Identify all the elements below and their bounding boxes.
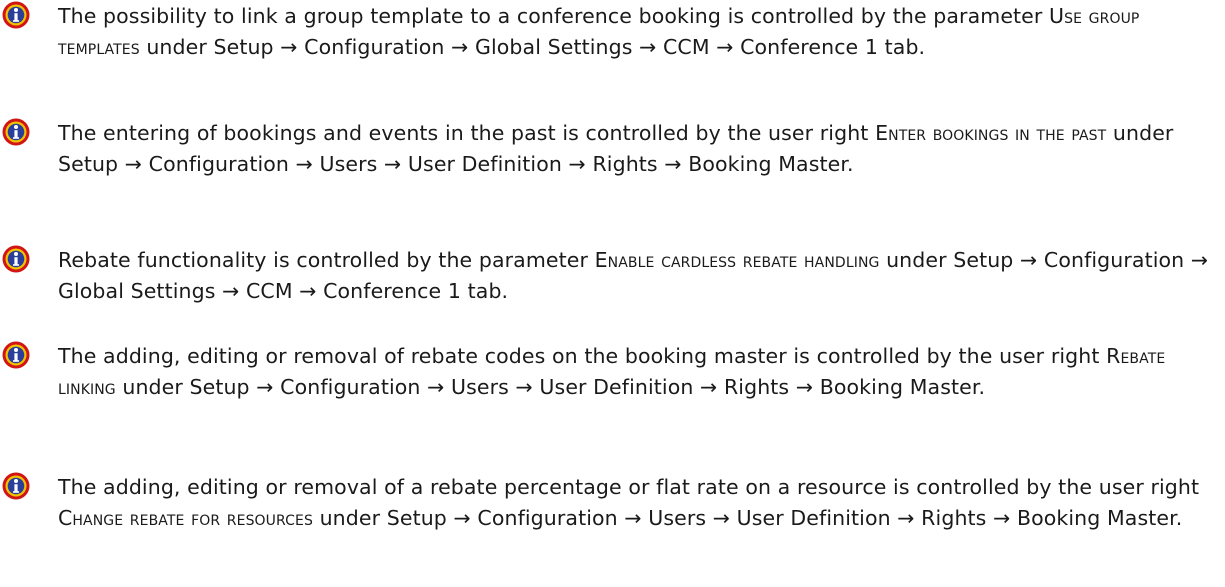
note-text: The entering of bookings and events in t… [0, 118, 1225, 180]
info-note: The possibility to link a group template… [0, 1, 1225, 63]
note-text: The possibility to link a group template… [0, 1, 1225, 63]
info-note: The adding, editing or removal of a reba… [0, 472, 1225, 534]
info-icon [2, 245, 30, 273]
note-text-path: under Setup → Configuration → Global Set… [139, 35, 926, 59]
note-text: The adding, editing or removal of rebate… [0, 341, 1225, 403]
info-note: Rebate functionality is controlled by th… [0, 245, 1225, 307]
info-icon [2, 1, 30, 29]
info-notes-list: The possibility to link a group template… [0, 0, 1225, 587]
user-right-name: Change rebate for resources [58, 506, 313, 530]
note-text-lead: The possibility to link a group template… [58, 4, 1050, 28]
info-icon [2, 118, 30, 146]
note-text: The adding, editing or removal of a reba… [0, 472, 1225, 534]
note-text-path: under Setup → Configuration → Users → Us… [312, 506, 1183, 530]
info-icon [2, 472, 30, 500]
note-text: Rebate functionality is controlled by th… [0, 245, 1225, 307]
info-note: The entering of bookings and events in t… [0, 118, 1225, 180]
note-text-path: under Setup → Configuration → Users → Us… [115, 375, 986, 399]
note-text-lead: The adding, editing or removal of rebate… [58, 344, 1107, 368]
note-text-lead: Rebate functionality is controlled by th… [58, 248, 595, 272]
note-text-lead: The entering of bookings and events in t… [58, 121, 876, 145]
setting-name: Enable cardless rebate handling [594, 248, 880, 272]
user-right-name: Enter bookings in the past [875, 121, 1107, 145]
note-text-lead: The adding, editing or removal of a reba… [58, 475, 1200, 499]
info-note: The adding, editing or removal of rebate… [0, 341, 1225, 403]
info-icon [2, 341, 30, 369]
